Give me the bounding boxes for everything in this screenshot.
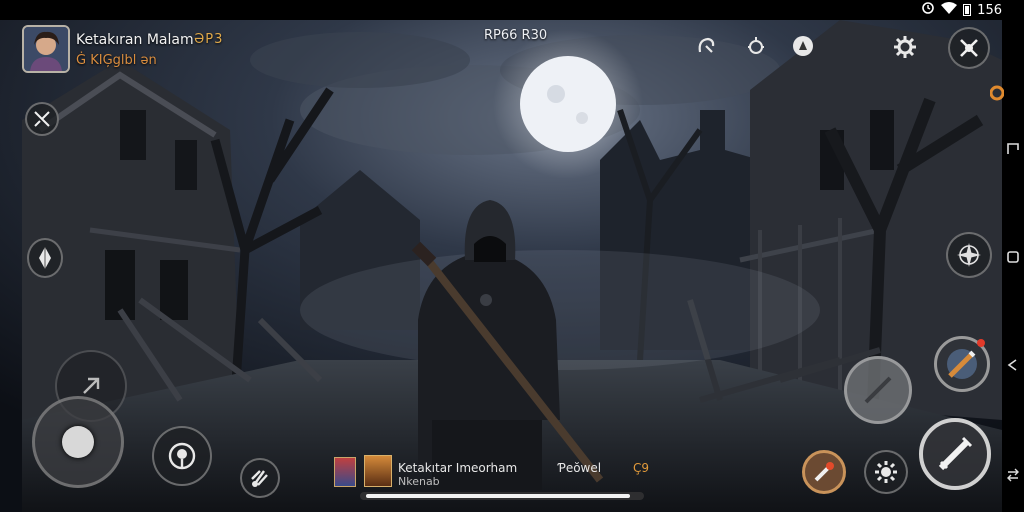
reward-label: Ƥeŏwel [558,461,602,475]
weapon-skill-icon[interactable] [934,336,990,392]
progress-fill [366,494,630,498]
waypoint-arrow-icon[interactable] [27,238,63,278]
crossed-swords-icon[interactable] [948,27,990,69]
system-nav-bar [1002,20,1024,512]
character-portrait-icon[interactable] [364,455,392,487]
banner-item-icon[interactable] [334,457,356,487]
joystick-knob[interactable] [62,426,94,458]
joystick-icon[interactable] [32,396,124,488]
gear-alert-icon[interactable] [740,30,772,62]
player-avatar[interactable] [22,25,70,73]
clock-time: 156 [977,2,1002,18]
player-name: Ketakıran Malam [76,32,194,48]
bottom-info-bar: Ketakıtar Imeorham Nkenab Ƥeŏwel Ç9 [334,455,649,489]
back-icon[interactable] [1006,358,1020,372]
rotate-icon[interactable] [1006,468,1020,482]
weapon-alert-dot [977,339,985,347]
battery-icon [963,4,972,16]
map-toggle-icon[interactable] [25,102,59,136]
status-icons: 156 [921,1,1002,19]
compass-badge-icon[interactable] [787,30,819,62]
home-icon[interactable] [1006,250,1020,264]
progress-track [360,492,644,500]
game-screen: 156 Ketakıran Malam ƏP3 Ġ KIĢglbl ən RP6… [0,0,1024,512]
gear-skill-icon[interactable] [864,450,908,494]
wifi-icon [941,2,958,18]
sync-icon [921,1,935,19]
consumable-icon[interactable] [802,450,846,494]
grapple-hook-icon[interactable] [690,30,722,62]
game-scene [0,20,1002,512]
moon [520,56,616,152]
status-bar: 156 [0,0,1024,20]
player-guild: Ġ KIĢglbl ən [76,53,157,68]
reward-count: Ç9 [633,461,650,475]
notification-icon[interactable] [989,84,1005,102]
attack-sword-icon[interactable] [919,418,991,490]
jump-button[interactable] [844,356,912,424]
bottom-title: Ketakıtar Imeorham [398,461,518,475]
player-level: ƏP3 [194,32,224,47]
recents-icon[interactable] [1006,142,1020,156]
top-counter: RP66 R30 [484,28,548,43]
crosshair-icon[interactable] [946,232,992,278]
claw-skill-icon[interactable] [240,458,280,498]
bottom-subtitle: Nkenab [398,475,440,488]
settings-gear-icon[interactable] [888,30,922,64]
stance-icon[interactable] [152,426,212,486]
